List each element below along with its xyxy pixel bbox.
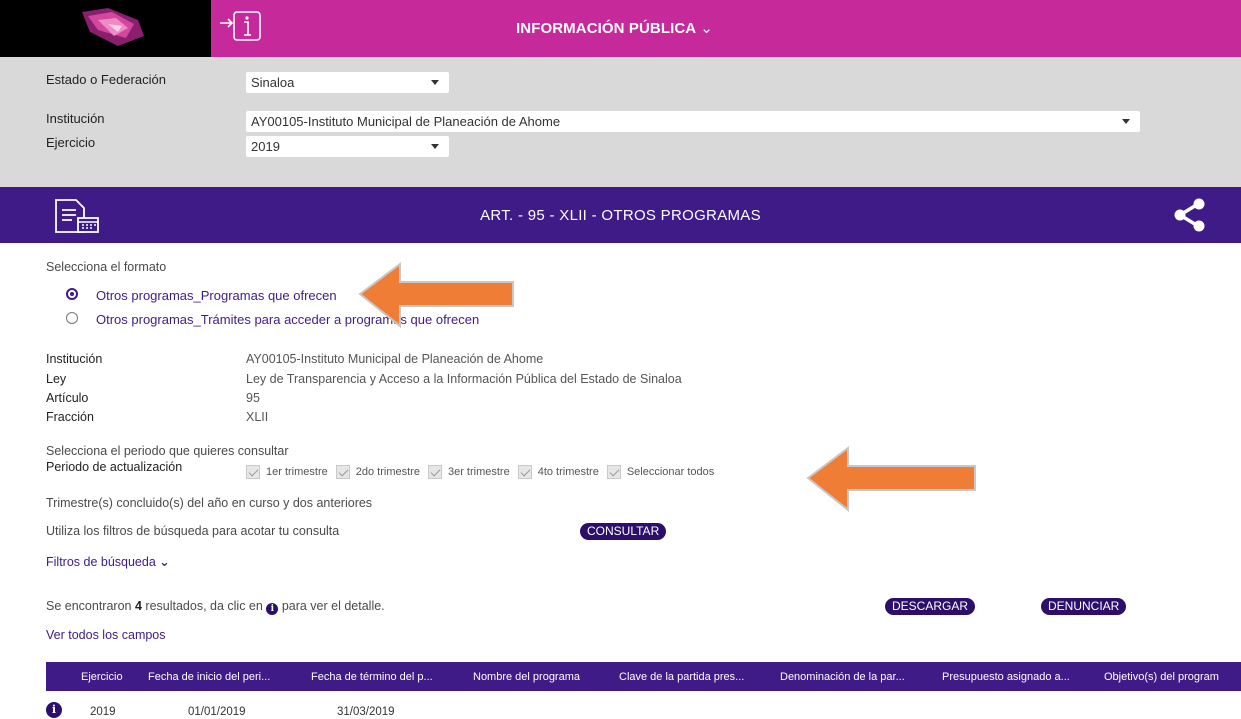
public-info-menu[interactable]: INFORMACIÓN PÚBLICA ⌄ xyxy=(516,19,713,37)
table-cell-termino: 31/03/2019 xyxy=(337,706,395,718)
state-label: Estado o Federación xyxy=(46,72,166,87)
institution-label: Institución xyxy=(46,111,105,126)
institution-select-value: AY00105-Instituto Municipal de Planeació… xyxy=(251,114,561,129)
section-title: ART. - 95 - XLII - OTROS PROGRAMAS xyxy=(480,207,761,224)
column-header[interactable]: Denominación de la par... xyxy=(780,671,905,683)
checkbox-q1[interactable] xyxy=(246,465,260,479)
row-detail-info-icon[interactable]: i xyxy=(46,702,62,718)
detail-fraction-value: XLII xyxy=(246,410,269,424)
info-icon: i xyxy=(266,603,279,615)
search-hint: Utiliza los filtros de búsqueda para aco… xyxy=(46,524,340,538)
orange-arrow xyxy=(806,446,976,513)
detail-institution-label: Institución xyxy=(46,352,103,366)
info-icon[interactable] xyxy=(218,6,270,48)
column-header[interactable]: Ejercicio xyxy=(81,671,123,683)
detail-fraction-label: Fracción xyxy=(46,410,94,424)
year-select[interactable]: 2019 xyxy=(246,136,449,157)
format-radio-tramites[interactable] xyxy=(66,312,78,324)
section-bar: ART. - 95 - XLII - OTROS PROGRAMAS xyxy=(0,187,1241,243)
state-select[interactable]: Sinaloa xyxy=(246,72,449,93)
detail-article-value: 95 xyxy=(246,391,260,405)
results-prefix: Se encontraron xyxy=(46,599,132,613)
detail-law-value: Ley de Transparencia y Acceso a la Infor… xyxy=(246,372,682,386)
checkbox-q3-label[interactable]: 3er trimestre xyxy=(448,466,510,478)
checkbox-select-all[interactable] xyxy=(606,465,621,479)
chevron-down-icon: ⌄ xyxy=(159,555,170,569)
column-header[interactable]: Presupuesto asignado a... xyxy=(942,671,1070,683)
column-header[interactable]: Clave de la partida pres... xyxy=(619,671,744,683)
year-select-value: 2019 xyxy=(251,139,280,154)
view-all-fields-link[interactable]: Ver todos los campos xyxy=(46,628,166,642)
checkbox-select-all-label[interactable]: Seleccionar todos xyxy=(627,466,714,478)
public-info-title: INFORMACIÓN PÚBLICA xyxy=(516,20,697,37)
format-prompt: Selecciona el formato xyxy=(46,260,167,274)
chevron-down-icon: ⌄ xyxy=(700,20,713,37)
column-header[interactable]: Fecha de inicio del peri... xyxy=(148,671,270,683)
table-cell-inicio: 01/01/2019 xyxy=(188,706,246,718)
top-bar: INFORMACIÓN PÚBLICA ⌄ xyxy=(0,0,1241,57)
period-label: Periodo de actualización xyxy=(46,460,183,474)
download-button[interactable]: DESCARGAR xyxy=(885,598,976,615)
results-suffix: para ver el detalle. xyxy=(281,599,385,613)
year-label: Ejercicio xyxy=(46,135,96,150)
search-filters-label: Filtros de búsqueda xyxy=(46,555,156,569)
state-select-value: Sinaloa xyxy=(251,75,295,90)
consult-button[interactable]: CONSULTAR xyxy=(580,523,667,540)
column-header[interactable]: Nombre del programa xyxy=(473,671,580,683)
column-header[interactable]: Objetivo(s) del program xyxy=(1104,671,1241,683)
checkbox-q3[interactable] xyxy=(427,465,442,479)
results-count: 4 xyxy=(134,599,142,613)
institution-select[interactable]: AY00105-Instituto Municipal de Planeació… xyxy=(246,111,1140,132)
checkbox-q2[interactable] xyxy=(335,465,350,479)
search-filters-toggle[interactable]: Filtros de búsqueda ⌄ xyxy=(46,554,170,569)
results-summary: Se encontraron 4 resultados, da clic en … xyxy=(46,599,385,615)
format-option-programas[interactable]: Otros programas_Programas que ofrecen xyxy=(96,288,337,303)
logo-graphic xyxy=(82,8,144,46)
logo[interactable] xyxy=(0,0,211,57)
caret-down-icon xyxy=(1122,119,1130,124)
table-header: Ejercicio Fecha de inicio del peri... Fe… xyxy=(46,662,1241,691)
checkbox-q4[interactable] xyxy=(517,465,532,479)
period-checkboxes: 1er trimestre 2do trimestre 3er trimestr… xyxy=(246,464,722,480)
detail-article-label: Artículo xyxy=(46,391,89,405)
table-cell-ejercicio: 2019 xyxy=(90,706,116,718)
caret-down-icon xyxy=(431,80,439,85)
detail-law-label: Ley xyxy=(46,372,67,386)
results-mid: resultados, da clic en xyxy=(145,599,263,613)
column-header[interactable]: Fecha de término del p... xyxy=(311,671,433,683)
checkbox-q2-label[interactable]: 2do trimestre xyxy=(356,466,420,478)
report-button[interactable]: DENUNCIAR xyxy=(1041,598,1127,615)
orange-arrow xyxy=(358,262,514,329)
checkbox-q4-label[interactable]: 4to trimestre xyxy=(538,466,599,478)
caret-down-icon xyxy=(431,144,439,149)
share-icon[interactable] xyxy=(1172,198,1208,232)
checkbox-q1-label[interactable]: 1er trimestre xyxy=(266,466,328,478)
format-radio-programas[interactable] xyxy=(66,288,78,300)
filter-panel: Estado o Federación Sinaloa Institución … xyxy=(0,57,1241,187)
period-prompt: Selecciona el periodo que quieres consul… xyxy=(46,444,289,458)
detail-institution-value: AY00105-Instituto Municipal de Planeació… xyxy=(246,352,544,366)
period-note: Trimestre(s) concluido(s) del año en cur… xyxy=(46,496,373,510)
